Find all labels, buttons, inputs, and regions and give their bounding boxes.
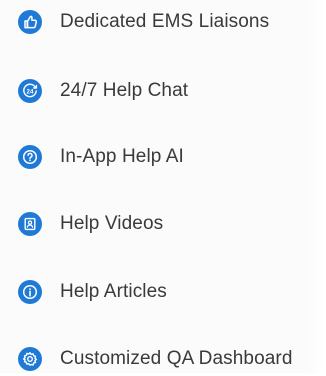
feature-label: In-App Help AI	[60, 146, 184, 167]
support-features-panel: Dedicated EMS Liaisons 24 24/7 Help Chat	[0, 0, 326, 373]
svg-text:24: 24	[27, 88, 34, 95]
panel-edge-shadow	[308, 0, 326, 373]
gear-icon	[18, 347, 42, 371]
thumbs-up-icon	[18, 10, 42, 34]
feature-label: Dedicated EMS Liaisons	[60, 11, 270, 32]
video-tutorial-icon	[18, 212, 42, 236]
feature-item-qa-dashboard: Customized QA Dashboard	[18, 342, 324, 376]
24-hour-icon: 24	[18, 79, 42, 103]
feature-item-help-ai: In-App Help AI	[18, 140, 324, 174]
feature-item-help-articles: Help Articles	[18, 275, 324, 309]
question-mark-icon	[18, 145, 42, 169]
feature-item-help-chat: 24 24/7 Help Chat	[18, 74, 324, 108]
feature-item-ems-liaisons: Dedicated EMS Liaisons	[18, 5, 324, 39]
feature-label: Customized QA Dashboard	[60, 348, 293, 369]
feature-label: Help Videos	[60, 213, 164, 234]
feature-item-help-videos: Help Videos	[18, 207, 324, 241]
info-icon	[18, 280, 42, 304]
feature-label: Help Articles	[60, 281, 167, 302]
feature-label: 24/7 Help Chat	[60, 80, 189, 101]
